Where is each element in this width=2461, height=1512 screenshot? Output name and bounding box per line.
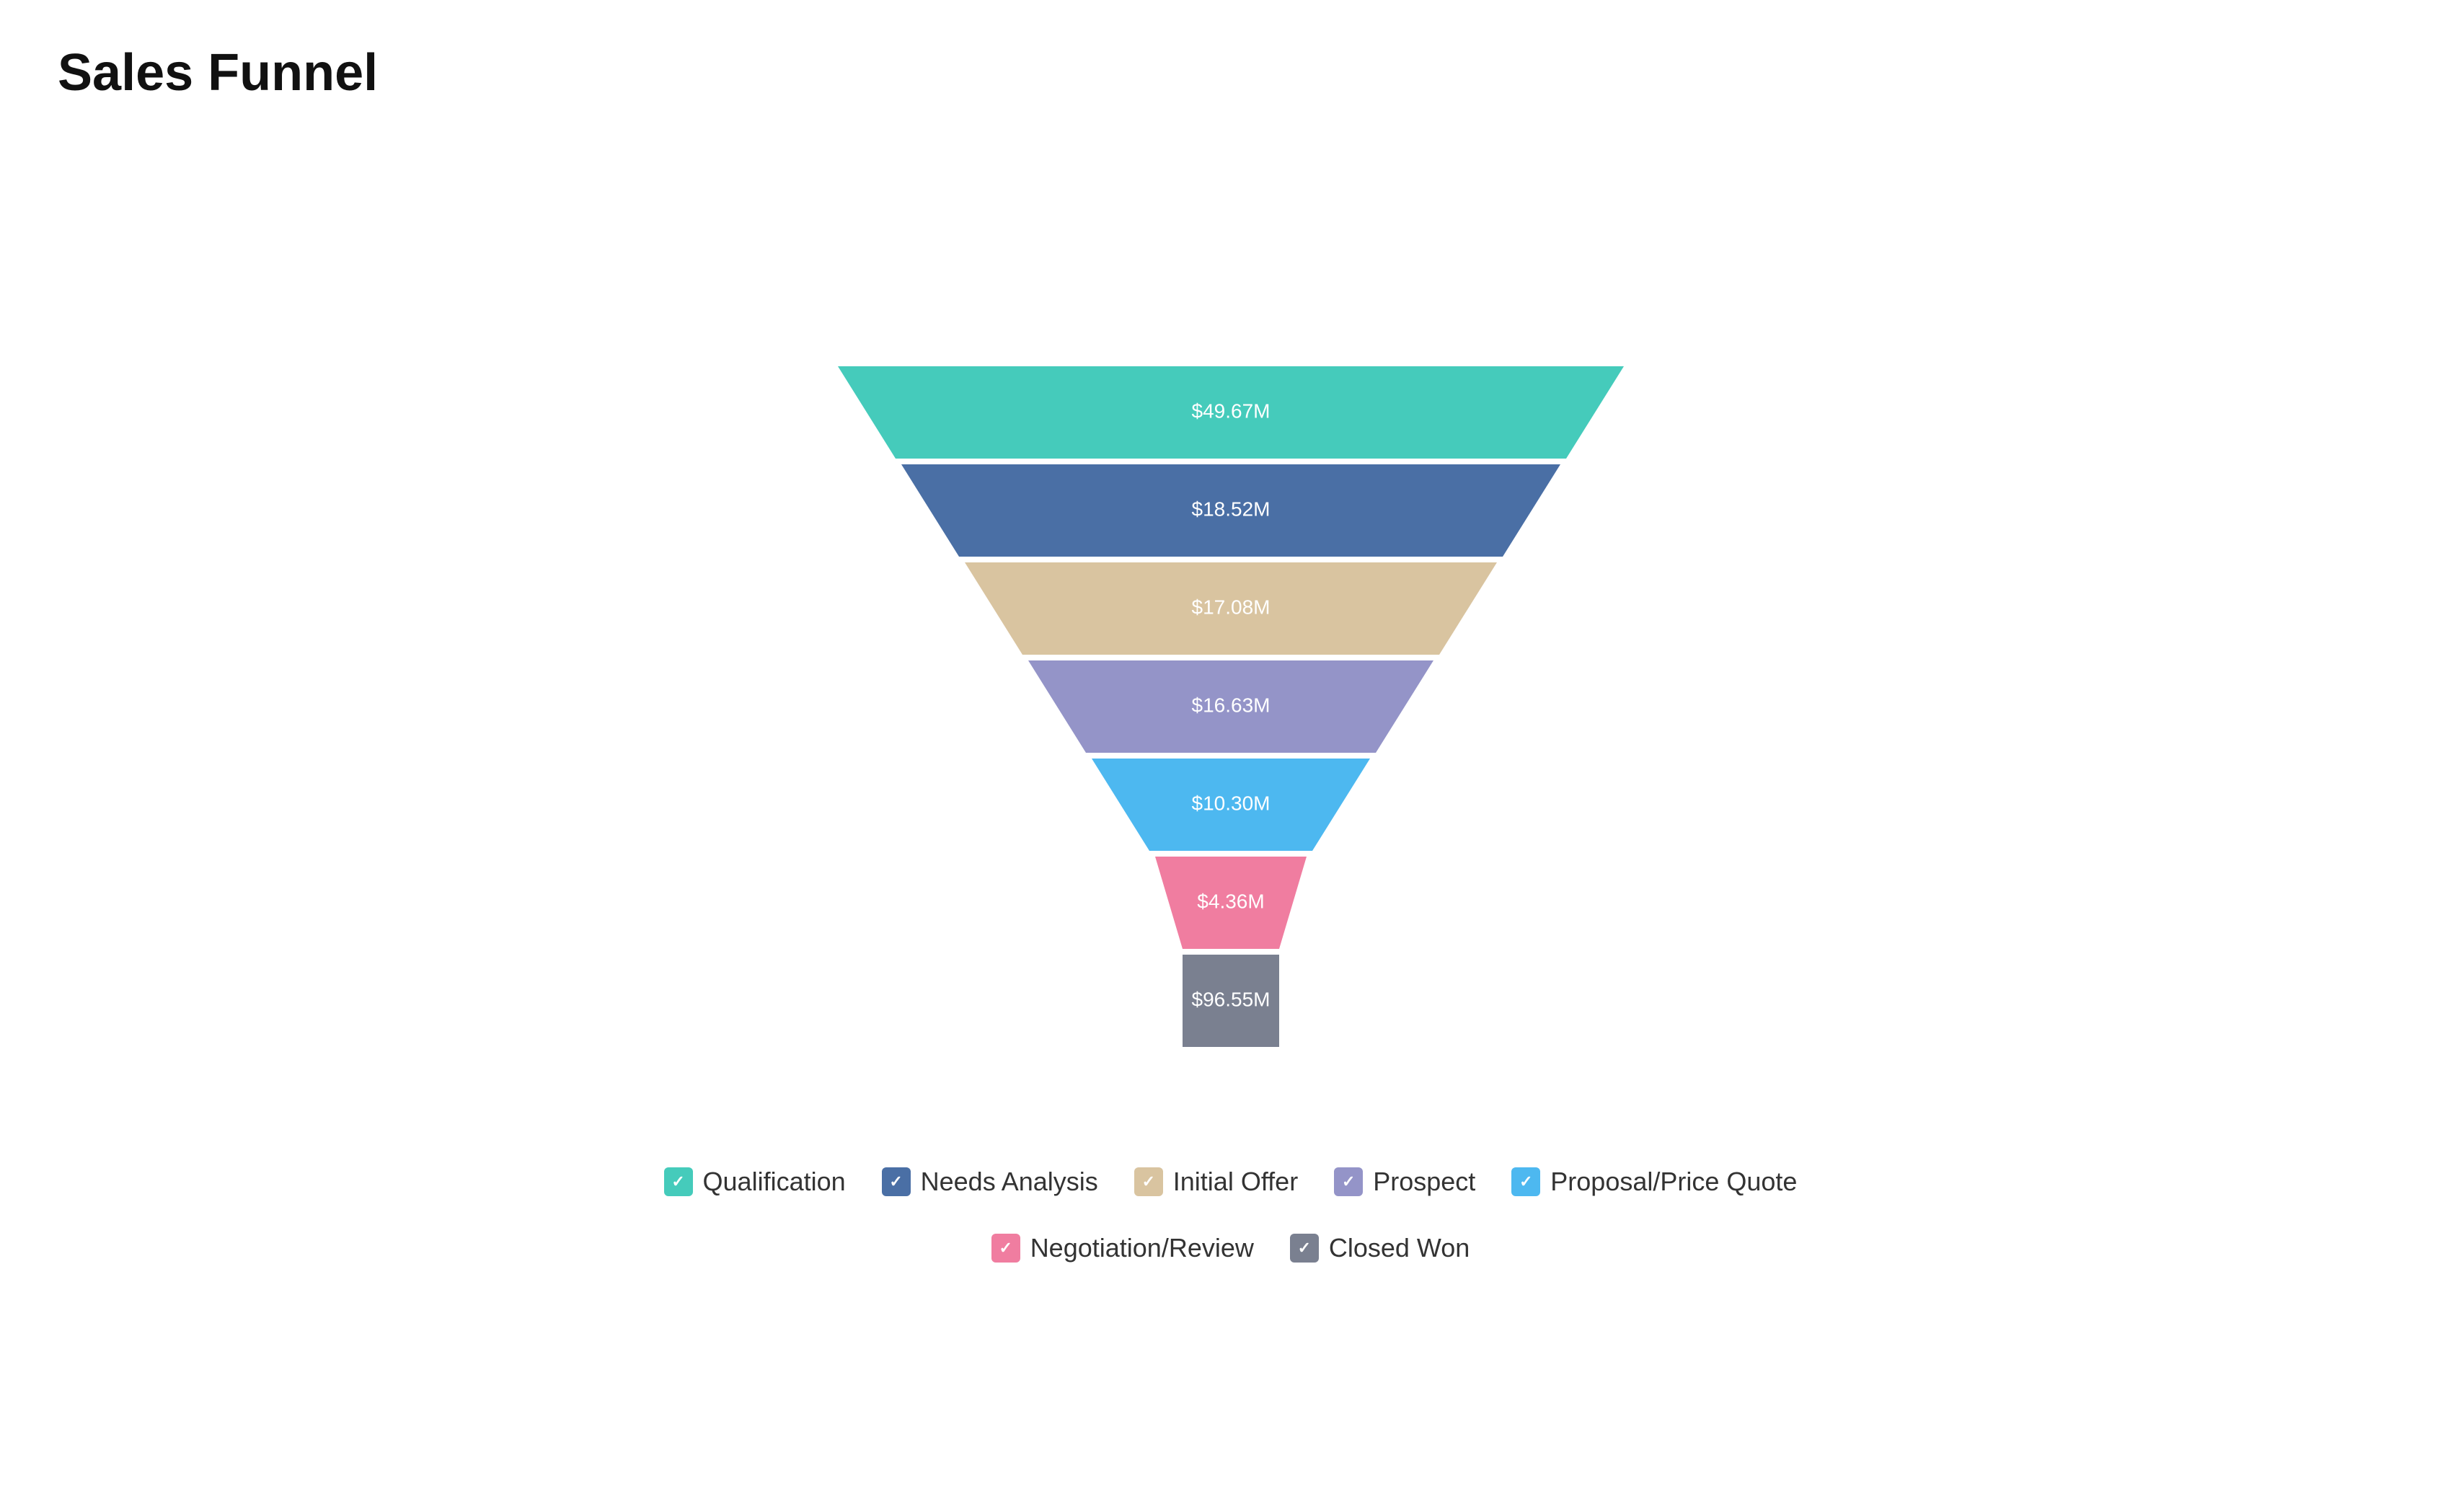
legend-label-initial-offer: Initial Offer [1173, 1167, 1298, 1197]
funnel-label-2: $17.08M [1191, 596, 1270, 618]
funnel-label-5: $4.36M [1197, 890, 1264, 912]
funnel-label-0: $49.67M [1191, 399, 1270, 422]
legend-label-prospect: Prospect [1373, 1167, 1475, 1197]
funnel-svg: $49.67M $18.52M $17.08M $16.63M $10.30M $4.36… [654, 366, 1808, 1123]
chart-container: $49.67M $18.52M $17.08M $16.63M $10.30M $4.36… [58, 160, 2403, 1469]
legend-check-qualification: ✓ [664, 1167, 693, 1196]
legend-label-needs-analysis: Needs Analysis [921, 1167, 1098, 1197]
legend-check-negotiation-review: ✓ [991, 1234, 1020, 1263]
legend-check-closed-won: ✓ [1290, 1234, 1319, 1263]
legend-item-negotiation-review: ✓ Negotiation/Review [991, 1233, 1254, 1263]
funnel-label-3: $16.63M [1191, 694, 1270, 716]
legend-label-proposal-price-quote: Proposal/Price Quote [1550, 1167, 1797, 1197]
legend-item-needs-analysis: ✓ Needs Analysis [882, 1167, 1098, 1197]
legend-item-initial-offer: ✓ Initial Offer [1134, 1167, 1298, 1197]
funnel-label-4: $10.30M [1191, 792, 1270, 814]
funnel-label-6: $96.55M [1191, 988, 1270, 1010]
legend: ✓ Qualification ✓ Needs Analysis ✓ Initial Of… [654, 1167, 1808, 1263]
legend-item-prospect: ✓ Prospect [1334, 1167, 1475, 1197]
legend-check-initial-offer: ✓ [1134, 1167, 1163, 1196]
legend-item-closed-won: ✓ Closed Won [1290, 1233, 1470, 1263]
legend-check-needs-analysis: ✓ [882, 1167, 911, 1196]
legend-label-closed-won: Closed Won [1329, 1233, 1470, 1263]
legend-label-negotiation-review: Negotiation/Review [1030, 1233, 1254, 1263]
page-title: Sales Funnel [58, 43, 2403, 102]
legend-item-qualification: ✓ Qualification [664, 1167, 846, 1197]
legend-label-qualification: Qualification [703, 1167, 846, 1197]
legend-check-prospect: ✓ [1334, 1167, 1363, 1196]
funnel-label-1: $18.52M [1191, 498, 1270, 520]
legend-check-proposal-price-quote: ✓ [1511, 1167, 1540, 1196]
funnel-wrapper: $49.67M $18.52M $17.08M $16.63M $10.30M $4.36… [654, 366, 1808, 1263]
legend-item-proposal-price-quote: ✓ Proposal/Price Quote [1511, 1167, 1797, 1197]
